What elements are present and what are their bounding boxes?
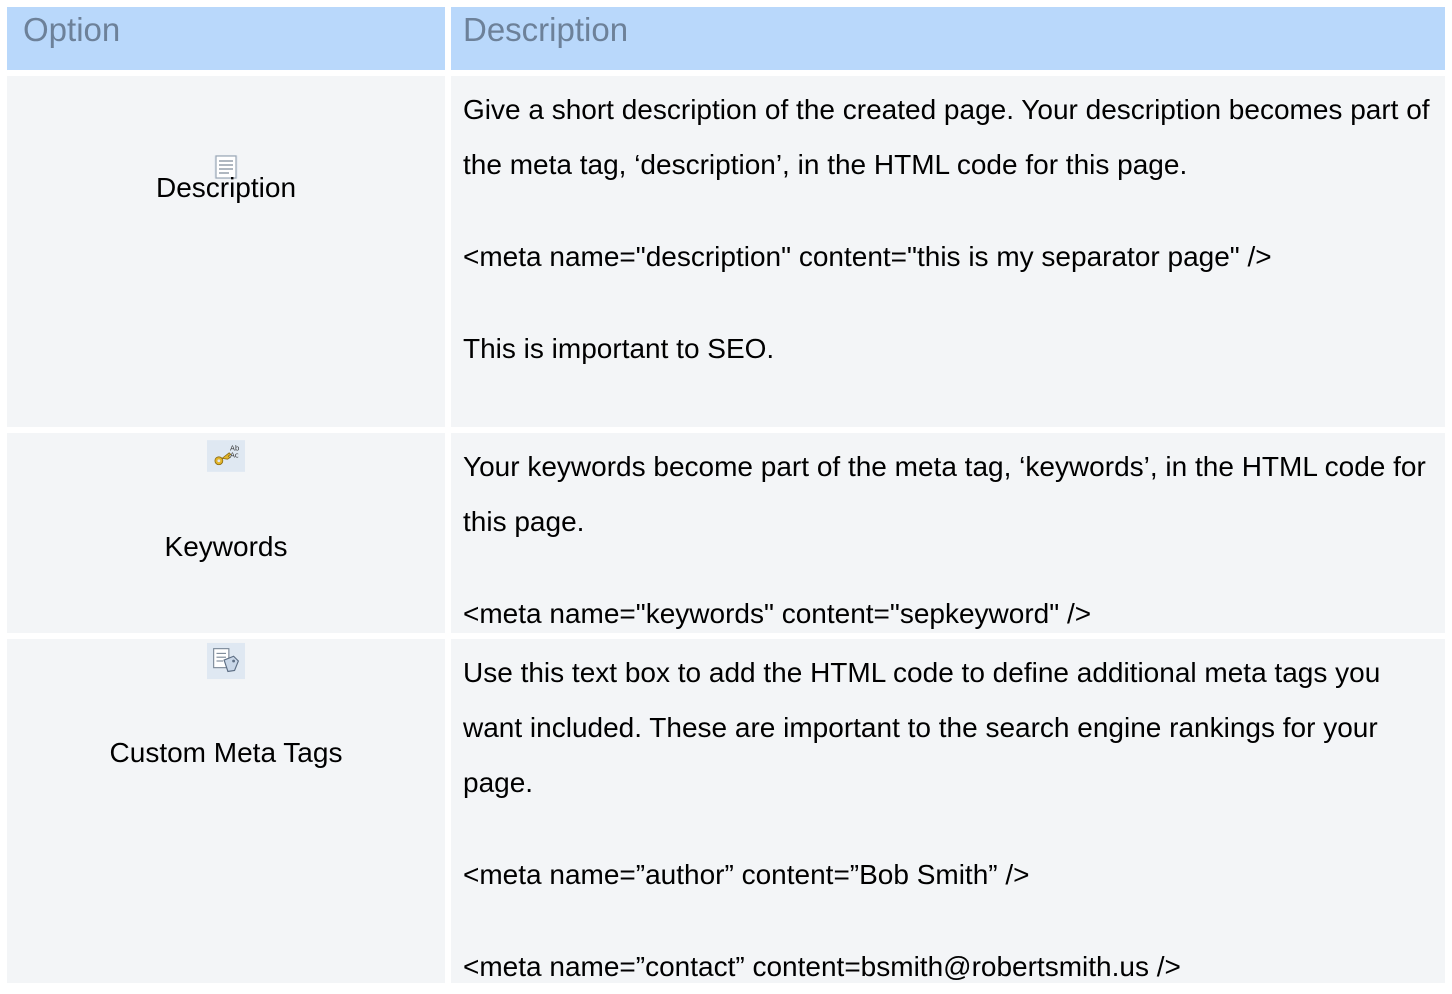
header-option: Option — [7, 7, 445, 70]
option-cell: Description — [7, 76, 445, 427]
option-label: Description — [155, 172, 297, 203]
description-cell: Give a short description of the created … — [451, 76, 1445, 427]
custom-meta-tags-icon — [207, 642, 245, 680]
description-text: Give a short description of the created … — [463, 94, 1430, 180]
table-row: Description Give a short description of … — [7, 76, 1445, 427]
description-text: Your keywords become part of the meta ta… — [463, 451, 1426, 537]
svg-text:Ac: Ac — [230, 451, 239, 460]
meta-code-example: <meta name="description" content="this i… — [463, 241, 1272, 272]
option-label: Keywords — [164, 531, 288, 562]
table-row: Custom Meta Tags Use this text box to ad… — [7, 639, 1445, 983]
description-cell: Your keywords become part of the meta ta… — [451, 433, 1445, 633]
meta-code-example: <meta name=”author” content=”Bob Smith” … — [463, 859, 1030, 890]
keywords-key-icon: Ab Ac — [207, 437, 245, 475]
description-cell: Use this text box to add the HTML code t… — [451, 639, 1445, 983]
option-cell: Ab Ac Keywords — [7, 433, 445, 633]
options-table: Option Description Description Give a sh… — [7, 7, 1445, 989]
option-cell: Custom Meta Tags — [7, 639, 445, 983]
meta-code-example: <meta name="keywords" content="sepkeywor… — [463, 598, 1092, 629]
description-text: Use this text box to add the HTML code t… — [463, 657, 1381, 798]
header-description: Description — [451, 7, 1445, 70]
table-row: Ab Ac Keywords Your keywords become part… — [7, 433, 1445, 633]
table-header-row: Option Description — [7, 7, 1445, 70]
option-label: Custom Meta Tags — [109, 737, 343, 768]
description-note: This is important to SEO. — [463, 333, 775, 364]
